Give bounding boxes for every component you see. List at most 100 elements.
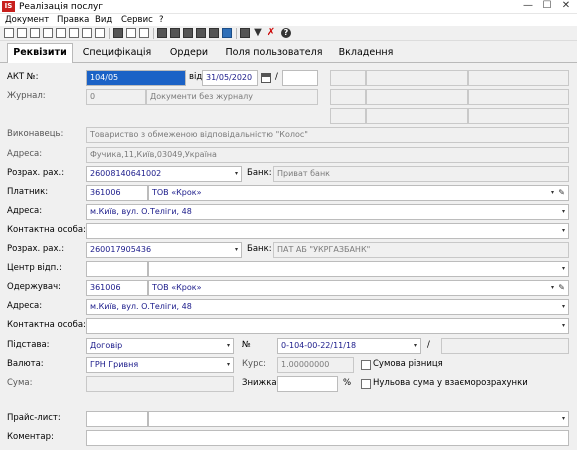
chevron-down-icon[interactable]: ▾: [562, 224, 565, 238]
new-document-icon[interactable]: [4, 28, 14, 38]
comment-input[interactable]: [86, 430, 569, 446]
window-title: Реалізація послуг: [19, 2, 104, 12]
chevron-down-icon[interactable]: ▾: [235, 243, 238, 257]
chevron-down-icon[interactable]: ▾: [562, 412, 565, 426]
sum-difference-checkbox[interactable]: [361, 360, 371, 370]
basis-label: Підстава:: [7, 340, 50, 350]
payer-code-input[interactable]: 361006: [86, 185, 148, 201]
tab-requisites[interactable]: Реквізити: [7, 43, 73, 64]
chevron-down-icon[interactable]: ▾: [551, 186, 554, 200]
center-name-select[interactable]: ▾: [148, 261, 569, 277]
clear-filter-icon[interactable]: ✗: [266, 28, 276, 38]
payer-account-select[interactable]: 260017905436 ▾: [86, 242, 242, 258]
refresh-icon[interactable]: [222, 28, 232, 38]
new-from-template-icon[interactable]: [17, 28, 27, 38]
close-icon[interactable]: ✕: [559, 0, 573, 13]
currency-select[interactable]: ГРН Гривня ▾: [86, 357, 234, 373]
info-cell: [366, 108, 468, 124]
act-suffix-input[interactable]: [282, 70, 318, 86]
payer-address-select[interactable]: м.Київ, вул. О.Теліги, 48 ▾: [86, 204, 569, 220]
chevron-down-icon[interactable]: ▾: [227, 339, 230, 353]
columns-icon[interactable]: [183, 28, 193, 38]
grid-icon[interactable]: [170, 28, 180, 38]
minimize-icon[interactable]: —: [521, 0, 535, 13]
document-edit-icon[interactable]: [82, 28, 92, 38]
tab-orders[interactable]: Ордери: [160, 44, 218, 63]
sum-difference-label: Сумова різниця: [373, 359, 443, 369]
chevron-down-icon[interactable]: ▾: [551, 281, 554, 295]
receiver-address-value: м.Київ, вул. О.Теліги, 48: [90, 302, 192, 311]
executor-account-label: Розрах. рах.:: [7, 168, 65, 178]
zero-sum-label: Нульова сума у взаєморозрахунки: [373, 378, 528, 388]
menu-service[interactable]: Сервис: [121, 14, 153, 26]
rate-label: Курс:: [242, 359, 266, 369]
percent-sign: %: [343, 378, 352, 388]
executor-account-select[interactable]: 26008140641002 ▾: [86, 166, 242, 182]
info-cell: [468, 108, 569, 124]
title-bar: IS Реалізація послуг — ☐ ✕: [0, 0, 577, 14]
act-date-input[interactable]: 31/05/2020: [202, 70, 258, 86]
calculator-icon[interactable]: [240, 28, 250, 38]
receiver-name-select[interactable]: ТОВ «Крок» ▾ ✎: [148, 280, 569, 296]
edit-pen-icon[interactable]: ✎: [558, 281, 565, 295]
basis-number-value: 0-104-00-22/11/18: [281, 341, 357, 350]
paste-icon[interactable]: [56, 28, 66, 38]
copy-document-icon[interactable]: [30, 28, 40, 38]
duplicate-icon[interactable]: [43, 28, 53, 38]
table-icon[interactable]: [157, 28, 167, 38]
executor-address-field: Фучика,11,Київ,03049,Україна: [86, 147, 569, 163]
preview-icon[interactable]: [139, 28, 149, 38]
receiver-contact-select[interactable]: ▾: [86, 318, 569, 334]
app-icon: IS: [2, 1, 15, 12]
maximize-icon[interactable]: ☐: [540, 0, 554, 13]
pricelist-name-select[interactable]: ▾: [148, 411, 569, 427]
basis-number-select[interactable]: 0-104-00-22/11/18 ▾: [277, 338, 421, 354]
help-icon[interactable]: ?: [281, 28, 291, 38]
edit-pen-icon[interactable]: ✎: [558, 186, 565, 200]
pricelist-code-input[interactable]: [86, 411, 148, 427]
currency-label: Валюта:: [7, 359, 44, 369]
payer-name-value: ТОВ «Крок»: [152, 188, 202, 197]
menu-document[interactable]: Документ: [5, 14, 49, 26]
basis-select[interactable]: Договір ▾: [86, 338, 234, 354]
sum-field: [86, 376, 234, 392]
document-text-icon[interactable]: [69, 28, 79, 38]
receiver-address-select[interactable]: м.Київ, вул. О.Теліги, 48 ▾: [86, 299, 569, 315]
info-cell: [330, 89, 366, 105]
filter-icon[interactable]: ▼: [253, 28, 263, 38]
tab-specification[interactable]: Специфікація: [76, 44, 158, 63]
report-icon[interactable]: [209, 28, 219, 38]
chevron-down-icon[interactable]: ▾: [562, 262, 565, 276]
payer-name-select[interactable]: ТОВ «Крок» ▾ ✎: [148, 185, 569, 201]
chevron-down-icon[interactable]: ▾: [227, 358, 230, 372]
menu-edit[interactable]: Правка: [57, 14, 89, 26]
zero-sum-checkbox[interactable]: [361, 379, 371, 389]
center-code-input[interactable]: [86, 261, 148, 277]
receiver-address-label: Адреса:: [7, 301, 43, 311]
chevron-down-icon[interactable]: ▾: [414, 339, 417, 353]
menu-help[interactable]: ?: [159, 14, 164, 26]
print-icon[interactable]: [126, 28, 136, 38]
chevron-down-icon[interactable]: ▾: [562, 205, 565, 219]
document-list-icon[interactable]: [95, 28, 105, 38]
payer-contact-select[interactable]: ▾: [86, 223, 569, 239]
save-icon[interactable]: [113, 28, 123, 38]
payer-address-label: Адреса:: [7, 206, 43, 216]
tab-attachments[interactable]: Вкладення: [330, 44, 402, 63]
receiver-code-input[interactable]: 361006: [86, 280, 148, 296]
chevron-down-icon[interactable]: ▾: [562, 319, 565, 333]
discount-input[interactable]: [277, 376, 338, 392]
journal-code-field: 0: [86, 89, 146, 105]
chevron-down-icon[interactable]: ▾: [235, 167, 238, 181]
journal-name-field: Документи без журналу: [146, 89, 318, 105]
tab-user-fields[interactable]: Поля пользователя: [220, 44, 328, 63]
act-number-input[interactable]: 104/05: [86, 70, 186, 86]
number-slash: /: [275, 72, 278, 82]
menu-view[interactable]: Вид: [95, 14, 112, 26]
receiver-name-value: ТОВ «Крок»: [152, 283, 202, 292]
info-cell: [468, 70, 569, 86]
calendar-icon[interactable]: [261, 73, 271, 83]
receiver-label: Одержувач:: [7, 282, 61, 292]
rows-icon[interactable]: [196, 28, 206, 38]
chevron-down-icon[interactable]: ▾: [562, 300, 565, 314]
